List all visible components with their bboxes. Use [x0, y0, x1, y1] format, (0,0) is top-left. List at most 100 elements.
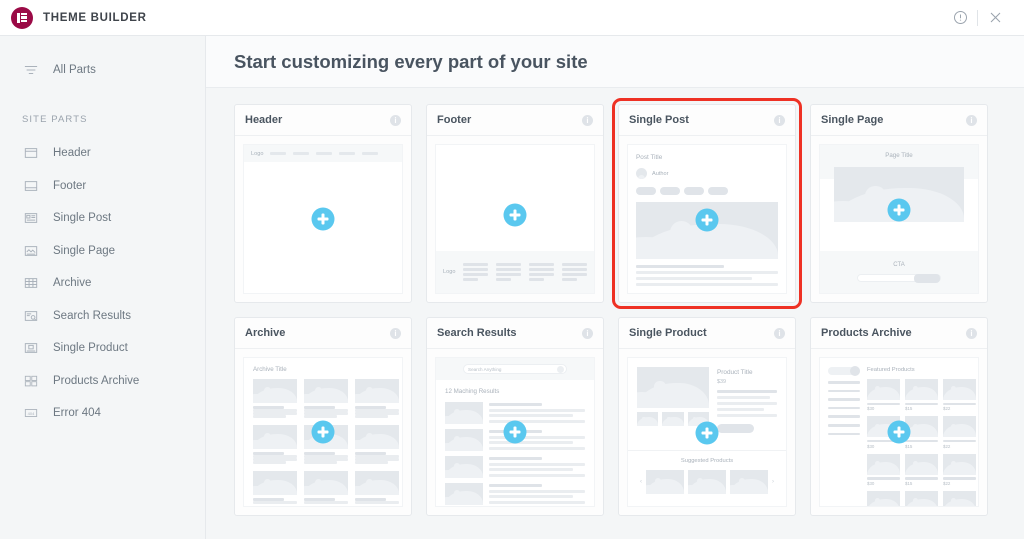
preview-products-grid: $30 $15 $22 $30 $15 $22 $30 $15 $22 [867, 379, 976, 506]
preview-post-title: Post Title [636, 154, 663, 161]
sidebar-item-header[interactable]: Header [0, 137, 205, 170]
plus-circle-icon[interactable] [887, 420, 911, 444]
preview-archive-cell [355, 379, 399, 418]
sidebar-section-label: SITE PARTS [22, 114, 88, 125]
tag-pill [660, 187, 680, 195]
preview-product-cell: $22 [943, 416, 976, 449]
info-circle-icon[interactable]: i [966, 327, 977, 339]
card-preview: Post Title Author [627, 144, 787, 294]
preview-product-thumbs [637, 412, 709, 426]
search-results-icon [22, 309, 39, 323]
card-header-bar: Products Archive i [811, 318, 987, 349]
info-circle-icon[interactable]: i [390, 114, 401, 126]
sidebar-item-label: All Parts [53, 64, 96, 76]
preview-product-cell: $22 [943, 379, 976, 411]
preview-price: $30 [867, 443, 875, 449]
card-preview: Logo [243, 144, 403, 294]
preview-price: $22 [943, 406, 951, 412]
preview-suggested-item [730, 470, 768, 494]
card-single-page[interactable]: Single Page i Page Title CTA [810, 104, 988, 303]
card-header-bar: Header i [235, 105, 411, 136]
carousel-next-icon[interactable]: › [772, 479, 774, 485]
preview-suggested-item [688, 470, 726, 494]
preview-add-to-cart-button [717, 424, 754, 433]
info-circle-icon[interactable]: i [582, 114, 593, 126]
preview-suggested-section: Suggested Products ‹ › [628, 450, 786, 506]
preview-footer-column [496, 263, 522, 281]
plus-circle-icon[interactable] [311, 207, 335, 231]
plus-circle-icon[interactable] [503, 420, 527, 444]
sidebar-item-archive[interactable]: Archive [0, 267, 205, 300]
preview-nav-item [293, 152, 310, 155]
tag-pill [684, 187, 704, 195]
plus-circle-icon[interactable] [503, 203, 527, 227]
card-header-bar: Single Page i [811, 105, 987, 136]
card-single-post[interactable]: Single Post i Post Title Author [612, 98, 802, 309]
sidebar-item-label: Error 404 [53, 407, 101, 420]
preview-suggested-label: Suggested Products [680, 458, 734, 464]
card-header-bar: Single Product i [619, 318, 795, 349]
preview-text-lines [636, 265, 778, 286]
close-x-icon[interactable] [978, 0, 1012, 36]
preview-archive-cell [253, 379, 297, 418]
info-circle-icon[interactable]: i [774, 114, 785, 126]
products-archive-icon [22, 374, 39, 388]
info-circle-icon[interactable]: i [390, 327, 401, 339]
header-layout-icon [22, 146, 39, 160]
card-search-results[interactable]: Search Results i Search Anything 12 Mach… [426, 317, 604, 516]
card-preview: Featured Products $30 $15 $22 $30 $15 $2… [819, 357, 979, 507]
top-bar: THEME BUILDER [0, 0, 1024, 36]
preview-result-row [436, 483, 594, 506]
plus-circle-icon[interactable] [695, 421, 719, 445]
preview-archive-cell [304, 379, 348, 418]
sidebar-item-all-parts[interactable]: All Parts [0, 54, 205, 86]
preview-filter-sidebar [828, 366, 860, 506]
card-preview: Search Anything 12 Maching Results [435, 357, 595, 507]
info-circle-icon[interactable] [943, 0, 977, 36]
sidebar-item-single-post[interactable]: Single Post [0, 202, 205, 235]
preview-nav-item [339, 152, 356, 155]
plus-circle-icon[interactable] [887, 198, 911, 222]
main-content: Start customizing every part of your sit… [206, 36, 1024, 539]
card-title: Archive [245, 327, 286, 339]
preview-price: $30 [867, 481, 875, 487]
sidebar-item-search-results[interactable]: Search Results [0, 300, 205, 333]
card-title: Products Archive [821, 327, 912, 339]
preview-cta-label: CTA [893, 262, 905, 268]
sidebar-item-products-archive[interactable]: Products Archive [0, 365, 205, 398]
topbar-actions [943, 0, 1024, 36]
preview-archive-cell [304, 471, 348, 504]
preview-author: Author [636, 168, 778, 179]
card-title: Footer [437, 114, 472, 126]
preview-cta-band: CTA [820, 251, 978, 293]
sidebar-item-label: Single Product [53, 342, 128, 355]
preview-archive-title: Archive Title [253, 366, 287, 373]
page-header: Start customizing every part of your sit… [206, 36, 1024, 88]
sidebar-item-footer[interactable]: Footer [0, 170, 205, 203]
preview-product-cell: $15 [905, 453, 938, 486]
app-title: THEME BUILDER [43, 11, 147, 24]
sidebar-item-single-product[interactable]: Single Product [0, 332, 205, 365]
card-header[interactable]: Header i Logo [234, 104, 412, 303]
card-single-product[interactable]: Single Product i Product Title $39 Sugge… [618, 317, 796, 516]
info-circle-icon[interactable]: i [966, 114, 977, 126]
preview-search-input: Search Anything [463, 364, 567, 374]
card-title: Header [245, 114, 283, 126]
preview-suggested-item [646, 470, 684, 494]
sidebar-item-single-page[interactable]: Single Page [0, 235, 205, 268]
info-circle-icon[interactable]: i [582, 327, 593, 339]
card-footer[interactable]: Footer i Logo [426, 104, 604, 303]
card-archive[interactable]: Archive i Archive Title [234, 317, 412, 516]
plus-circle-icon[interactable] [695, 208, 719, 232]
preview-footer-column [562, 263, 588, 281]
preview-archive-cell [253, 471, 297, 504]
info-circle-icon[interactable]: i [774, 327, 785, 339]
archive-grid-icon [22, 276, 39, 290]
plus-circle-icon[interactable] [311, 420, 335, 444]
tag-pill [636, 187, 656, 195]
card-title: Single Page [821, 114, 884, 126]
card-products-archive[interactable]: Products Archive i Featured Products $30… [810, 317, 988, 516]
sidebar-item-error-404[interactable]: 404 Error 404 [0, 397, 205, 430]
preview-nav-item [362, 152, 379, 155]
carousel-prev-icon[interactable]: ‹ [640, 479, 642, 485]
